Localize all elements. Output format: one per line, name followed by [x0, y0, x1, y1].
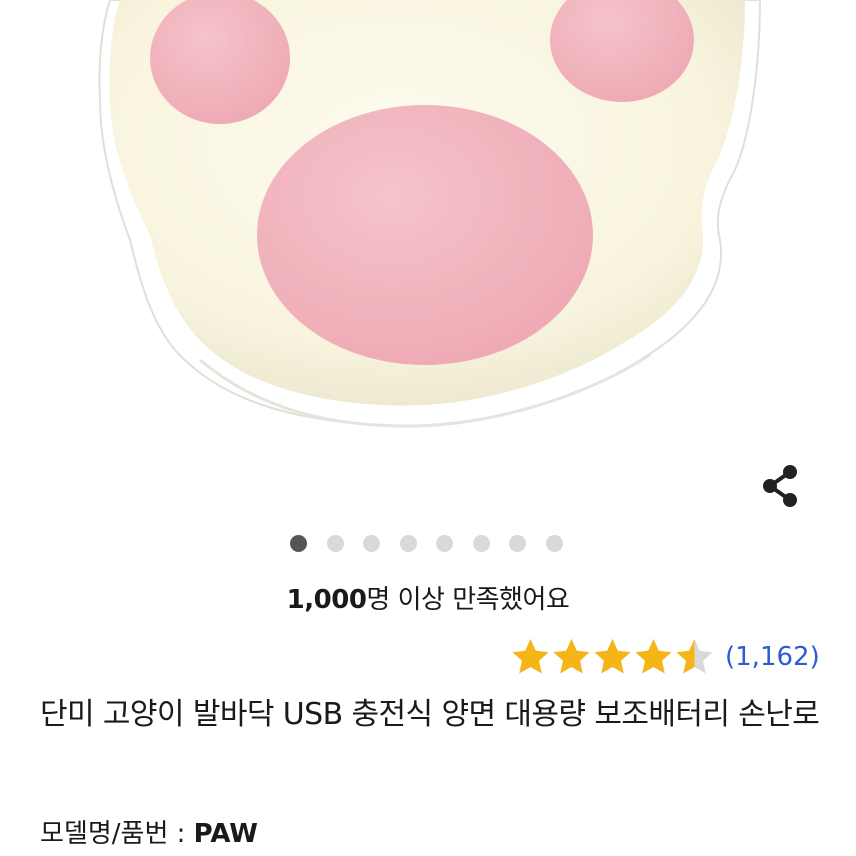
satisfaction-label: 명 이상 만족했어요	[366, 585, 570, 615]
rating-row[interactable]: (1,162)	[510, 633, 820, 681]
product-image[interactable]	[0, 0, 856, 480]
star-rating	[510, 637, 715, 677]
star-icon	[676, 639, 713, 674]
carousel-dot[interactable]	[509, 535, 526, 552]
share-button[interactable]	[750, 458, 810, 514]
carousel-dot[interactable]	[290, 535, 307, 552]
model-info: 모델명/품번 : PAW	[40, 812, 830, 856]
star-icon	[635, 639, 672, 674]
star-icon	[594, 639, 631, 674]
review-count-link[interactable]: (1,162)	[725, 642, 820, 672]
satisfaction-count: 1,000	[286, 585, 367, 615]
carousel-dot[interactable]	[472, 535, 490, 552]
paw-hand-warmer-illustration	[98, 0, 762, 428]
model-value: PAW	[193, 819, 258, 849]
share-icon	[763, 465, 797, 507]
star-icon	[553, 639, 590, 674]
carousel-dot[interactable]	[399, 535, 417, 552]
main-pad	[257, 105, 593, 365]
carousel-dot[interactable]	[436, 535, 453, 552]
carousel-dot[interactable]	[545, 535, 563, 552]
carousel-dot[interactable]	[363, 535, 380, 552]
star-icon	[512, 639, 549, 674]
product-title: 단미 고양이 발바닥 USB 충전식 양면 대용량 보조배터리 손난로	[40, 697, 820, 732]
satisfaction-text: 1,000명 이상 만족했어요	[0, 578, 856, 622]
carousel-dots	[0, 533, 856, 555]
model-label: 모델명/품번 :	[40, 819, 194, 849]
carousel-dot[interactable]	[326, 535, 344, 552]
